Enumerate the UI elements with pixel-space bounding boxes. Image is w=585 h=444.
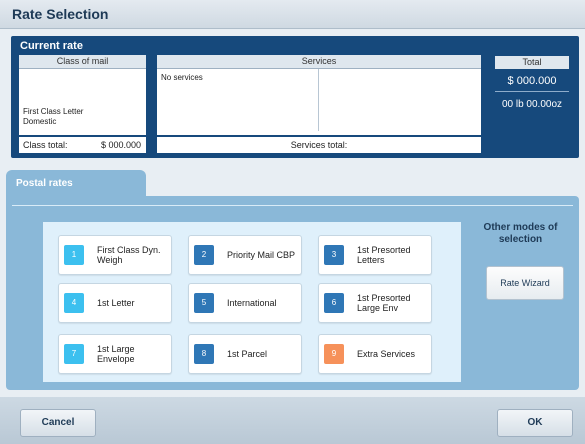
services-heading: Services: [157, 55, 481, 69]
rate-buttons-grid: 1 First Class Dyn. Weigh 2 Priority Mail…: [43, 222, 461, 382]
rate-number-3: 3: [324, 245, 344, 265]
class-of-mail-heading: Class of mail: [19, 55, 146, 69]
rate-number-9: 9: [324, 344, 344, 364]
rate-button-5[interactable]: 5 International: [188, 283, 302, 323]
rate-button-8[interactable]: 8 1st Parcel: [188, 334, 302, 374]
current-rate-header: Current rate: [20, 40, 83, 52]
title-bar: Rate Selection: [0, 0, 585, 29]
current-rate-panel: Current rate Class of mail First Class L…: [11, 36, 579, 158]
rate-label-8: 1st Parcel: [227, 349, 268, 359]
rate-label-7: 1st Large Envelope: [97, 344, 135, 364]
total-heading: Total: [495, 56, 569, 69]
rate-button-6[interactable]: 6 1st Presorted Large Env: [318, 283, 432, 323]
services-divider: [318, 69, 319, 131]
class-total-label: Class total:: [23, 140, 68, 150]
rate-label-5: International: [227, 298, 277, 308]
rate-number-6: 6: [324, 293, 344, 313]
class-of-mail-line2: Domestic: [23, 117, 57, 126]
tab-postal-rates[interactable]: Postal rates: [6, 170, 146, 198]
rate-number-7: 7: [64, 344, 84, 364]
rate-number-5: 5: [194, 293, 214, 313]
services-total-label: Services total:: [157, 135, 481, 153]
rate-selection-window: Rate Selection Current rate Class of mai…: [0, 0, 585, 444]
rate-button-9[interactable]: 9 Extra Services: [318, 334, 432, 374]
rate-button-4[interactable]: 4 1st Letter: [58, 283, 172, 323]
total-amount: $ 000.000: [495, 71, 569, 92]
ok-button[interactable]: OK: [497, 409, 573, 437]
class-total-row: Class total: $ 000.000: [19, 135, 146, 153]
rate-label-3: 1st Presorted Letters: [357, 245, 411, 265]
class-total-value: $ 000.000: [100, 140, 141, 150]
panel-divider: [12, 205, 573, 206]
rate-number-8: 8: [194, 344, 214, 364]
rate-number-4: 4: [64, 293, 84, 313]
rate-button-1[interactable]: 1 First Class Dyn. Weigh: [58, 235, 172, 275]
rate-label-9: Extra Services: [357, 349, 416, 359]
services-box: Services No services Services total:: [157, 55, 481, 153]
cancel-button[interactable]: Cancel: [20, 409, 96, 437]
class-of-mail-value: First Class Letter Domestic: [23, 107, 83, 127]
rate-button-3[interactable]: 3 1st Presorted Letters: [318, 235, 432, 275]
rate-wizard-button[interactable]: Rate Wizard: [486, 266, 564, 300]
class-of-mail-box: Class of mail First Class Letter Domesti…: [19, 55, 146, 153]
total-weight: 00 lb 00.00oz: [501, 99, 563, 110]
services-value: No services: [161, 73, 203, 82]
rate-button-7[interactable]: 7 1st Large Envelope: [58, 334, 172, 374]
rate-label-2: Priority Mail CBP: [227, 250, 296, 260]
other-modes-label: Other modes of selection: [483, 222, 558, 245]
window-title: Rate Selection: [12, 6, 109, 22]
rate-number-1: 1: [64, 245, 84, 265]
rate-label-6: 1st Presorted Large Env: [357, 293, 411, 313]
rate-label-1: First Class Dyn. Weigh: [97, 245, 161, 265]
rate-number-2: 2: [194, 245, 214, 265]
rate-button-2[interactable]: 2 Priority Mail CBP: [188, 235, 302, 275]
rate-label-4: 1st Letter: [97, 298, 135, 308]
class-of-mail-line1: First Class Letter: [23, 107, 84, 116]
tab-postal-rates-label: Postal rates: [16, 178, 73, 189]
